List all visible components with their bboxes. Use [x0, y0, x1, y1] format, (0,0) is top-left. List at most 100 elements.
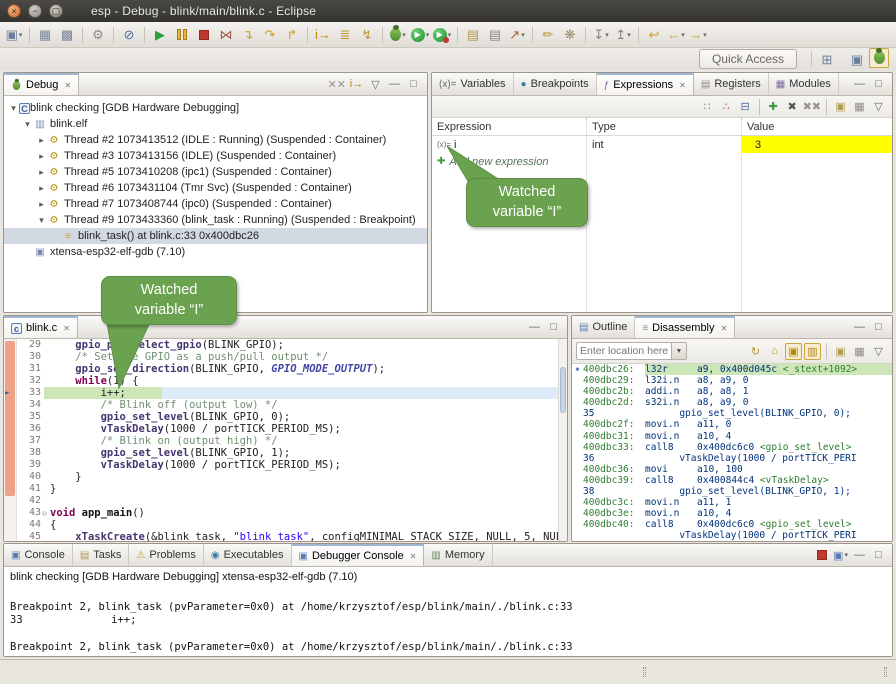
debug-button[interactable]: ▾	[388, 25, 408, 45]
skip-all-breakpoints-button[interactable]: ⊘	[119, 25, 139, 45]
clean-button[interactable]: ❋	[560, 25, 580, 45]
disassembly-line[interactable]: 400dbc2b:addi.na8, a8, 1	[572, 386, 892, 397]
code-line[interactable]: 38 gpio_set_level(BLINK_GPIO, 1);	[4, 447, 567, 459]
scrollbar-thumb[interactable]	[560, 367, 566, 413]
disassembly-line[interactable]: 400dbc3c:movi.na11, 1	[572, 497, 892, 508]
pin-view-button[interactable]: ▦	[851, 343, 868, 360]
disassembly-line[interactable]: ◆400dbc26:l32ra9, 0x400d045c <_stext+109…	[572, 364, 892, 375]
external-tools-button[interactable]: ▶▾	[432, 25, 452, 45]
disassembly-line[interactable]: 400dbc2f:movi.na11, 0	[572, 419, 892, 430]
disconnect-button[interactable]: ⋈	[216, 25, 236, 45]
search-button[interactable]: ↗▾	[507, 25, 527, 45]
close-icon[interactable]: ✕	[410, 552, 417, 561]
debug-perspective-button[interactable]	[869, 48, 889, 68]
debug-tree-item[interactable]: ▸⚙Thread #5 1073410208 (ipc1) (Suspended…	[4, 164, 427, 180]
code-line[interactable]: ►33 i++;	[4, 387, 567, 399]
step-into-button[interactable]: ↴	[238, 25, 258, 45]
tab-debugger-console[interactable]: ▣Debugger Console✕	[292, 544, 425, 566]
close-icon[interactable]: ✕	[721, 324, 728, 333]
breakpoint-arrow-icon[interactable]: ►	[5, 387, 10, 399]
disassembly-line[interactable]: 400dbc40:call80x400dc6c0 <gpio_set_level…	[572, 519, 892, 530]
open-element-button[interactable]: ▤	[463, 25, 483, 45]
view-menu-button[interactable]: ▽	[870, 343, 887, 360]
code-line[interactable]: 39 vTaskDelay(1000 / portTICK_PERIOD_MS)…	[4, 459, 567, 471]
prev-annotation-button[interactable]: ↥▾	[613, 25, 633, 45]
close-icon[interactable]: ✕	[679, 81, 686, 90]
new-view-button[interactable]: ▣	[832, 98, 849, 115]
tab-executables[interactable]: ◉Executables	[204, 544, 292, 566]
home-button[interactable]: ⌂	[766, 343, 783, 360]
save-button[interactable]: ▦	[35, 25, 55, 45]
tab-breakpoints[interactable]: ●Breakpoints	[514, 73, 597, 95]
disassembly-line[interactable]: 400dbc29:l32i.na8, a9, 0	[572, 375, 892, 386]
tab-modules[interactable]: ▦Modules	[769, 73, 839, 95]
code-line[interactable]: 35 gpio_set_level(BLINK_GPIO, 0);	[4, 411, 567, 423]
minimize-button[interactable]: —	[386, 76, 403, 93]
debug-tree-item[interactable]: ▸⚙Thread #7 1073408744 (ipc0) (Suspended…	[4, 196, 427, 212]
open-resource-button[interactable]: ▤	[485, 25, 505, 45]
minimize-button[interactable]: —	[851, 319, 868, 336]
instruction-stepping-toggle[interactable]: i→	[348, 76, 365, 93]
display-selected-console-button[interactable]: ▣▾	[832, 547, 849, 564]
back-button[interactable]: ←▾	[666, 25, 686, 45]
tab-console[interactable]: ▣Console	[4, 544, 73, 566]
run-button[interactable]: ▶▾	[410, 25, 430, 45]
debug-tree-item[interactable]: ▾⚙Thread #9 1073433360 (blink_task : Run…	[4, 212, 427, 228]
code-line[interactable]: 37 /* Blink on (output high) */	[4, 435, 567, 447]
collapse-all-button[interactable]: ⊟	[737, 98, 754, 115]
pin-view-button[interactable]: ▦	[851, 98, 868, 115]
code-line[interactable]: 41}	[4, 483, 567, 495]
tab-problems[interactable]: ⚠Problems	[129, 544, 203, 566]
editor-scrollbar[interactable]	[558, 339, 567, 541]
show-logical-structure-button[interactable]: ∴	[718, 98, 735, 115]
code-line[interactable]: 30 /* Set the GPIO as a push/pull output…	[4, 351, 567, 363]
use-step-filters-button[interactable]: ≣	[335, 25, 355, 45]
debug-tree-item[interactable]: ▾Cblink checking [GDB Hardware Debugging…	[4, 100, 427, 116]
disassembly-line[interactable]: 35 gpio_set_level(BLINK_GPIO, 0);	[572, 408, 892, 419]
add-expression-button[interactable]: ✚	[765, 98, 782, 115]
step-return-button[interactable]: ↱	[282, 25, 302, 45]
step-over-button[interactable]: ↷	[260, 25, 280, 45]
code-line[interactable]: 32 while(1) {	[4, 375, 567, 387]
twistie-icon[interactable]: ▸	[36, 167, 47, 178]
maximize-button[interactable]: □	[870, 76, 887, 93]
statusbar-grip[interactable]	[643, 667, 646, 677]
twistie-icon[interactable]: ▸	[36, 151, 47, 162]
code-line[interactable]: 40 }	[4, 471, 567, 483]
location-dropdown-icon[interactable]: ▼	[672, 342, 687, 360]
forward-button[interactable]: →▾	[688, 25, 708, 45]
code-line[interactable]: 34 /* Blink off (output low) */	[4, 399, 567, 411]
remove-expression-button[interactable]: ✖	[784, 98, 801, 115]
close-icon[interactable]: ✕	[64, 81, 71, 90]
minimize-icon[interactable]: −	[28, 4, 42, 18]
disassembly-line[interactable]: 400dbc36:movia10, 100	[572, 464, 892, 475]
minimize-button[interactable]: —	[851, 76, 868, 93]
disassembly-listing[interactable]: ◆400dbc26:l32ra9, 0x400d045c <_stext+109…	[572, 364, 892, 541]
next-annotation-button[interactable]: ↧▾	[591, 25, 611, 45]
debug-tree-item[interactable]: ▸⚙Thread #2 1073413512 (IDLE : Running) …	[4, 132, 427, 148]
debug-tree-item[interactable]: ▸⚙Thread #3 1073413156 (IDLE) (Suspended…	[4, 148, 427, 164]
debug-tree-item[interactable]: ▾▥blink.elf	[4, 116, 427, 132]
maximize-button[interactable]: □	[405, 76, 422, 93]
quick-access-button[interactable]: Quick Access	[699, 49, 797, 69]
column-value[interactable]: Value	[742, 118, 892, 135]
new-wizard-button[interactable]: ▣▾	[4, 25, 24, 45]
code-line[interactable]: 36 vTaskDelay(1000 / portTICK_PERIOD_MS)…	[4, 423, 567, 435]
close-icon[interactable]: ×	[7, 4, 21, 18]
disassembly-line[interactable]: 36 vTaskDelay(1000 / portTICK_PERI	[572, 453, 892, 464]
debug-tree-item[interactable]: ▸⚙Thread #6 1073431104 (Tmr Svc) (Suspen…	[4, 180, 427, 196]
twistie-icon[interactable]: ▾	[8, 103, 19, 114]
debug-tree-item[interactable]: ▣xtensa-esp32-elf-gdb (7.10)	[4, 244, 427, 260]
view-menu-button[interactable]: ▽	[870, 98, 887, 115]
remove-all-terminated-button[interactable]: ✕✕	[328, 76, 346, 93]
terminate-button[interactable]	[813, 547, 830, 564]
disassembly-line[interactable]: vTaskDelay(1000 / portTICK_PERI	[572, 530, 892, 541]
hot-code-replace-button[interactable]: ↯	[357, 25, 377, 45]
terminate-button[interactable]	[194, 25, 214, 45]
disassembly-line[interactable]: 400dbc3e:movi.na10, 4	[572, 508, 892, 519]
last-edit-location-button[interactable]: ↩	[644, 25, 664, 45]
view-menu-button[interactable]: ▽	[367, 76, 384, 93]
save-all-button[interactable]: ▩	[57, 25, 77, 45]
disassembly-line[interactable]: 38 gpio_set_level(BLINK_GPIO, 1);	[572, 486, 892, 497]
resize-grip[interactable]	[884, 667, 887, 677]
